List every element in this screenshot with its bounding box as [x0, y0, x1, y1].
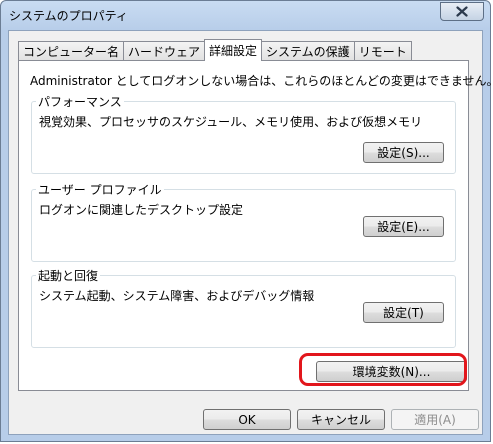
advanced-tab-panel: Administrator としてログオンしない場合は、これらのほとんどの変更は… — [18, 60, 493, 391]
startup-recovery-settings-button[interactable]: 設定(T) — [363, 302, 444, 323]
startup-recovery-group: 起動と回復 システム起動、システム障害、およびデバッグ情報 設定(T) — [31, 267, 456, 348]
startup-recovery-description: システム起動、システム障害、およびデバッグ情報 — [39, 289, 315, 303]
window-title: システムのプロパティ — [9, 9, 128, 23]
user-profile-settings-button[interactable]: 設定(E)... — [363, 216, 444, 237]
user-profile-title: ユーザー プロファイル — [36, 181, 164, 198]
performance-settings-button[interactable]: 設定(S)... — [363, 142, 444, 163]
system-properties-window: システムのプロパティ コンピューター名 ハードウェア 詳細設定 システムの保護 … — [0, 0, 493, 442]
performance-group: パフォーマンス 視覚効果、プロセッサのスケジュール、メモリ使用、および仮想メモリ… — [31, 93, 456, 174]
performance-description: 視覚効果、プロセッサのスケジュール、メモリ使用、および仮想メモリ — [39, 115, 423, 129]
user-profile-description: ログオンに関連したデスクトップ設定 — [39, 203, 244, 217]
close-button[interactable] — [440, 2, 484, 21]
admin-notice: Administrator としてログオンしない場合は、これらのほとんどの変更は… — [30, 74, 493, 88]
tab-hardware[interactable]: ハードウェア — [123, 41, 206, 61]
startup-recovery-title: 起動と回復 — [36, 267, 101, 284]
performance-title: パフォーマンス — [36, 93, 124, 110]
tab-remote[interactable]: リモート — [353, 41, 412, 61]
tab-strip: コンピューター名 ハードウェア 詳細設定 システムの保護 リモート — [18, 39, 412, 61]
title-bar[interactable]: システムのプロパティ — [1, 1, 490, 29]
tab-computer-name[interactable]: コンピューター名 — [18, 41, 125, 61]
close-icon — [456, 6, 468, 17]
tab-system-protection[interactable]: システムの保護 — [261, 41, 355, 61]
environment-variables-button[interactable]: 環境変数(N)... — [316, 361, 467, 382]
apply-button[interactable]: 適用(A) — [391, 409, 479, 430]
cancel-button[interactable]: キャンセル — [297, 409, 385, 430]
user-profile-group: ユーザー プロファイル ログオンに関連したデスクトップ設定 設定(E)... — [31, 181, 456, 262]
tab-advanced[interactable]: 詳細設定 — [204, 39, 263, 61]
ok-button[interactable]: OK — [203, 409, 291, 430]
dialog-client-area: コンピューター名 ハードウェア 詳細設定 システムの保護 リモート Admini… — [8, 30, 493, 435]
